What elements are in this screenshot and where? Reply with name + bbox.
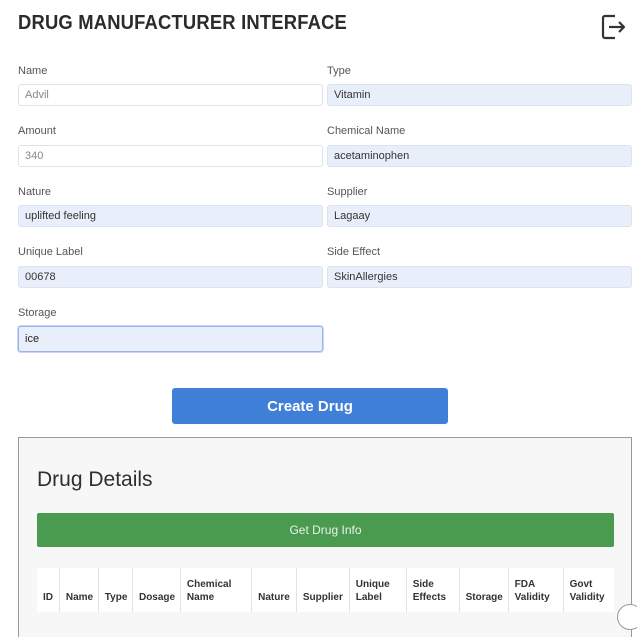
column-header: Name	[58, 568, 99, 612]
drug-table: ID Name Type Dosage Chemical Name Nature Suppli…	[37, 568, 614, 612]
column-header: Unique Label	[348, 568, 407, 612]
column-header-text: Nature	[258, 592, 290, 603]
get-drug-info-button[interactable]: Get Drug Info	[37, 513, 614, 547]
scroll-handle[interactable]	[617, 604, 637, 630]
supplier-input[interactable]	[327, 205, 632, 227]
column-header-text: Name	[186, 592, 215, 603]
logout-icon	[601, 14, 626, 40]
column-header: Govt Validity	[562, 568, 614, 612]
column-header-text: Type	[104, 592, 128, 603]
column-header-text: Supplier	[302, 592, 343, 603]
nature-label: Nature	[18, 186, 52, 198]
unique-label-label: Unique Label	[18, 246, 83, 258]
page-title: DRUG MANUFACTURER INTERFACE	[18, 12, 348, 34]
column-header-text: Chemical	[186, 579, 232, 590]
column-header: FDA Validity	[507, 568, 564, 612]
column-header-text: Effects	[412, 592, 447, 603]
column-header-text: Storage	[465, 592, 503, 603]
drug-details-panel: Drug Details Get Drug Info ID Name Type Dos…	[18, 437, 632, 637]
amount-label: Amount	[18, 125, 56, 137]
column-header-text: Unique	[355, 579, 390, 590]
column-header: Side Effects	[405, 568, 460, 612]
chemical-name-input[interactable]	[327, 145, 632, 167]
column-header: ID	[37, 568, 59, 612]
column-header: Supplier	[295, 568, 350, 612]
column-header: Chemical Name	[179, 568, 252, 612]
column-header-text: Label	[355, 592, 382, 603]
unique-label-input[interactable]	[18, 266, 323, 288]
logout-button[interactable]	[601, 13, 627, 41]
create-drug-button[interactable]: Create Drug	[172, 388, 448, 424]
side-effect-input[interactable]	[327, 266, 632, 288]
supplier-label: Supplier	[327, 186, 368, 198]
column-header: Storage	[458, 568, 509, 612]
side-effect-label: Side Effect	[327, 246, 380, 258]
column-header-text: Validity	[569, 592, 605, 603]
name-input[interactable]	[18, 84, 323, 106]
nature-input[interactable]	[18, 205, 323, 227]
drug-details-title: Drug Details	[37, 468, 153, 491]
name-label: Name	[18, 65, 48, 77]
storage-label: Storage	[18, 307, 57, 319]
column-header: Nature	[251, 568, 297, 612]
column-header: Dosage	[131, 568, 181, 612]
storage-input[interactable]	[18, 326, 323, 352]
column-header-text: Dosage	[138, 592, 176, 603]
type-label: Type	[327, 65, 351, 77]
column-header-text: FDA	[514, 579, 536, 590]
column-header-text: Side	[412, 579, 434, 590]
column-header: Type	[97, 568, 133, 612]
table-header-row: ID Name Type Dosage Chemical Name Nature Suppli…	[37, 568, 614, 612]
amount-input[interactable]	[18, 145, 323, 167]
column-header-text: Name	[65, 592, 94, 603]
column-header-text: Govt	[569, 579, 593, 590]
type-input[interactable]	[327, 84, 632, 106]
column-header-text: ID	[43, 592, 53, 603]
chemical-name-label: Chemical Name	[327, 125, 406, 137]
column-header-text: Validity	[514, 592, 550, 603]
